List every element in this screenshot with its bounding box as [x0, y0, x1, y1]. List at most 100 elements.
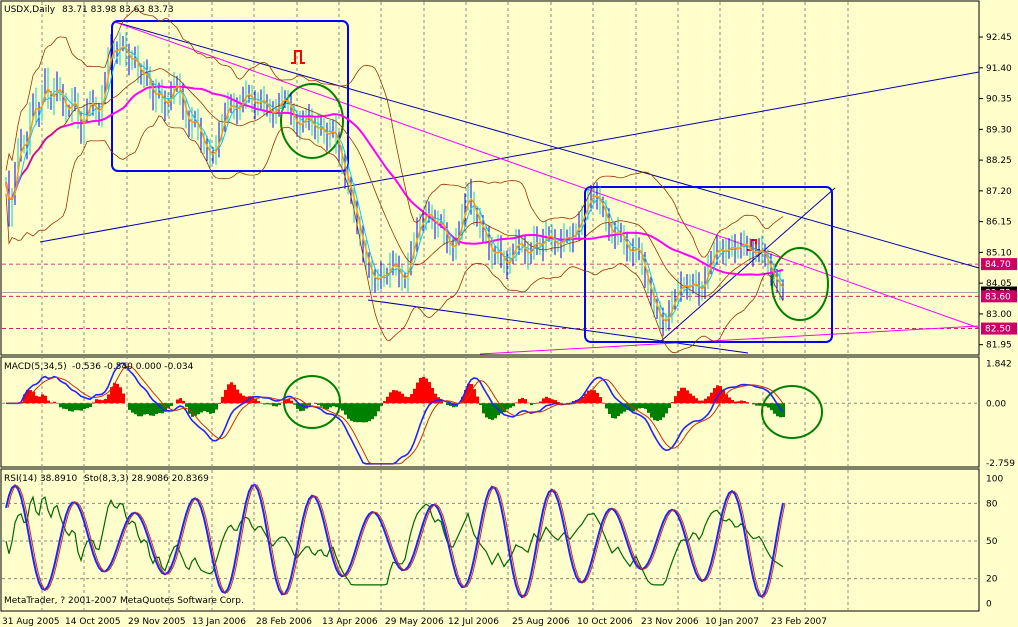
macd-bar: [284, 400, 287, 404]
macd-bar: [53, 401, 56, 404]
macd-bar: [257, 401, 260, 404]
macd-bar: [416, 382, 419, 404]
macd-bar: [533, 403, 536, 405]
macd-bar: [683, 387, 686, 404]
macd-bar: [596, 392, 599, 404]
macd-bar: [236, 389, 239, 404]
y-tick-label: 86.15: [986, 218, 1012, 228]
macd-bar: [209, 403, 212, 414]
macd-bar: [317, 403, 320, 405]
macd-bar: [80, 403, 83, 411]
macd-bar: [389, 392, 392, 404]
macd-bar: [344, 403, 347, 415]
macd-bar: [662, 403, 665, 418]
macd-bar: [617, 403, 620, 417]
macd-bar: [233, 384, 236, 404]
macd-bar: [395, 390, 398, 404]
macd-bar: [221, 396, 224, 404]
macd-bar: [521, 397, 524, 404]
macd-bar: [140, 403, 143, 417]
macd-bar: [362, 403, 365, 423]
macd-bar: [410, 394, 413, 404]
macd-bar: [668, 403, 671, 408]
macd-bar: [89, 403, 92, 407]
copyright-text: MetaTrader, ? 2001-2007 MetaQuotes Softw…: [4, 596, 244, 606]
macd-bar: [611, 403, 614, 419]
macd-bar: [377, 403, 380, 412]
y-tick-label: 81.95: [986, 341, 1012, 351]
macd-bar: [101, 400, 104, 404]
macd-bar: [758, 403, 761, 406]
y-tick-label: 85.10: [986, 248, 1012, 258]
macd-bar: [737, 401, 740, 404]
macd-bar: [65, 403, 68, 410]
macd-bar: [680, 387, 683, 404]
macd-bar: [131, 403, 134, 413]
macd-bar: [593, 390, 596, 404]
y-tick-label: 90.35: [986, 95, 1012, 105]
macd-bar: [701, 400, 704, 404]
macd-bar: [734, 401, 737, 404]
macd-y-label: 0.00: [986, 399, 1006, 409]
macd-bar: [773, 403, 776, 414]
macd-bar: [170, 403, 173, 406]
price-title: USDX,Daily: [4, 5, 56, 15]
macd-bar: [71, 403, 74, 412]
x-tick-label: 31 Aug 2005: [2, 617, 60, 627]
macd-bar: [215, 403, 218, 410]
macd-bar: [275, 403, 278, 407]
macd-bar: [371, 403, 374, 420]
macd-bar: [401, 393, 404, 404]
macd-bar: [740, 400, 743, 404]
macd-bar: [182, 400, 185, 404]
macd-bar: [149, 403, 152, 416]
macd-bar: [527, 402, 530, 404]
macd-bar: [728, 397, 731, 404]
macd-bar: [425, 378, 428, 404]
macd-bar: [545, 396, 548, 404]
macd-bar: [368, 403, 371, 422]
macd-bar: [488, 403, 491, 419]
macd-bar: [341, 403, 344, 411]
macd-bar: [530, 403, 533, 406]
macd-bar: [50, 402, 53, 404]
macd-bar: [707, 396, 710, 404]
macd-bar: [176, 399, 179, 404]
x-tick-label: 13 Apr 2006: [322, 617, 378, 627]
macd-bar: [608, 403, 611, 415]
macd-bar: [374, 403, 377, 417]
macd-bar: [314, 403, 317, 404]
macd-bar: [263, 403, 266, 405]
macd-bar: [365, 403, 368, 423]
rsi-y-label: 80: [986, 499, 998, 509]
macd-bar: [359, 403, 362, 423]
macd-bar: [518, 398, 521, 404]
macd-bar: [605, 403, 608, 409]
macd-bar: [689, 393, 692, 404]
x-tick-label: 29 May 2006: [385, 617, 444, 627]
x-tick-label: 23 Feb 2007: [771, 617, 827, 627]
macd-bar: [278, 403, 281, 405]
macd-bar: [47, 400, 50, 404]
macd-bar: [704, 398, 707, 404]
macd-bar: [641, 403, 644, 408]
macd-bar: [422, 376, 425, 404]
macd-bar: [479, 403, 482, 406]
macd-bar: [506, 403, 509, 410]
y-tick-label: 83.00: [986, 310, 1012, 320]
macd-bar: [230, 382, 233, 404]
price-label-text: 82.50: [985, 325, 1011, 335]
macd-bar: [485, 403, 488, 418]
y-tick-label: 88.25: [986, 156, 1012, 166]
macd-bar: [239, 393, 242, 404]
macd-bar: [203, 403, 206, 412]
macd-bar: [614, 403, 617, 419]
macd-bar: [293, 403, 296, 405]
chart-canvas[interactable]: 31 Aug 2005 14 Oct 2005 29 Nov 2005 13 Jan …: [0, 0, 1018, 627]
x-tick-label: 23 Nov 2006: [641, 617, 699, 627]
rsi-y-label: 100: [986, 474, 1003, 484]
macd-bar: [224, 389, 227, 404]
macd-bar: [524, 399, 527, 404]
macd-bar: [98, 399, 101, 404]
macd-readout: -0.536 -0.540 0.000 -0.034: [72, 362, 194, 372]
